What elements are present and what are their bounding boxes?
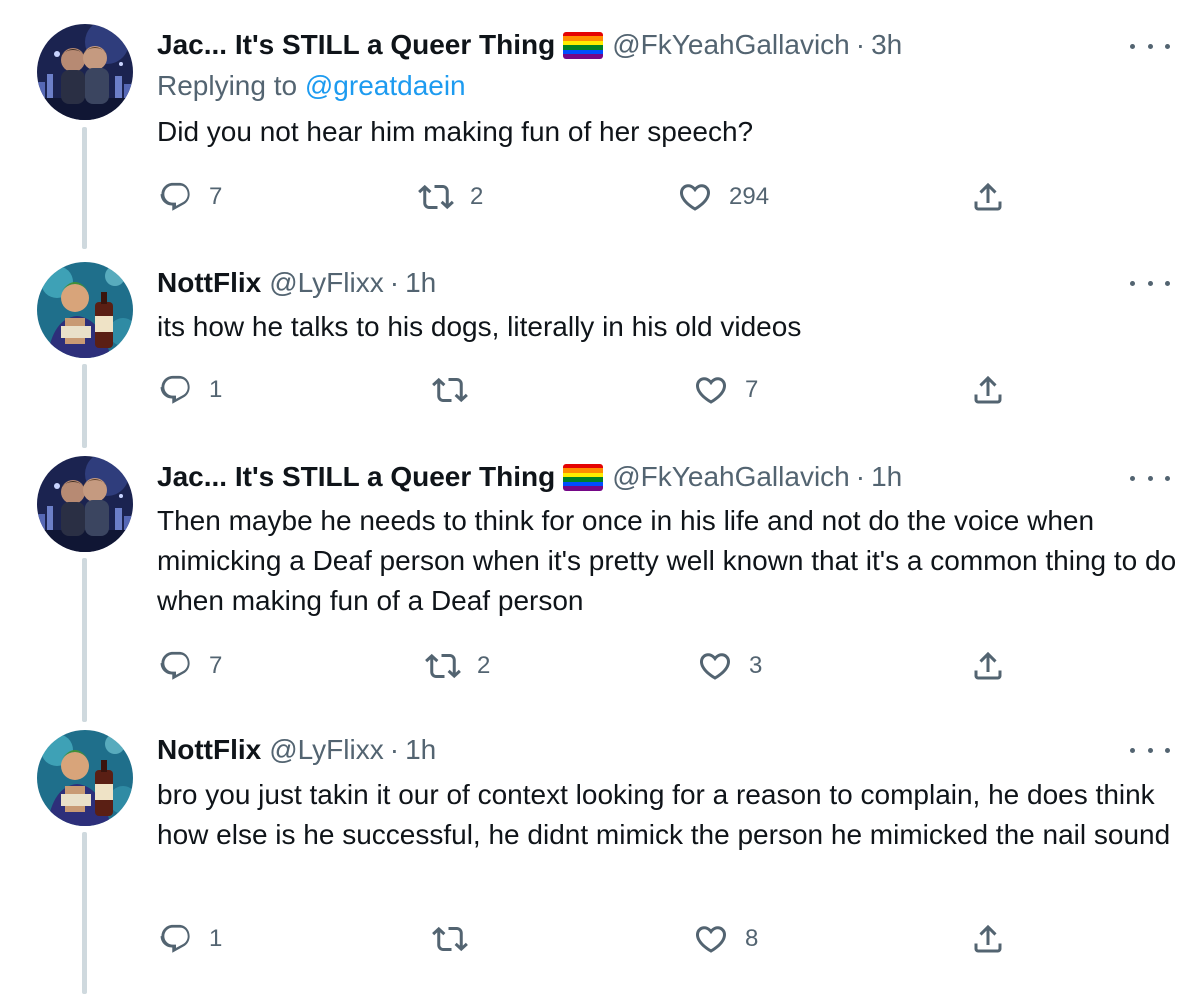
retweet-button[interactable] <box>432 919 484 959</box>
display-name[interactable]: NottFlix <box>157 267 261 299</box>
reply-button[interactable]: 1 <box>159 370 222 410</box>
more-icon[interactable] <box>1130 740 1170 760</box>
reply-button[interactable]: 7 <box>159 646 222 686</box>
timestamp[interactable]: 1h <box>871 461 902 493</box>
display-name[interactable]: Jac... It's STILL a Queer Thing <box>157 461 555 493</box>
tweet-text: bro you just takin it our of context loo… <box>157 779 1171 850</box>
reply-button[interactable]: 7 <box>159 177 222 217</box>
like-icon <box>677 179 713 215</box>
share-button[interactable] <box>970 370 1006 410</box>
reply-count: 7 <box>209 652 223 679</box>
tweet-actions: 1 8 <box>0 919 1192 959</box>
retweet-icon <box>425 648 461 684</box>
retweet-icon <box>432 921 468 957</box>
share-button[interactable] <box>970 646 1006 686</box>
replying-to-label: Replying to <box>157 70 298 101</box>
like-button[interactable]: 294 <box>677 177 769 217</box>
avatar[interactable] <box>37 262 133 358</box>
tweet-header: NottFlix @LyFlixx · 1h <box>157 265 436 301</box>
tweet-actions: 1 7 <box>0 370 1192 410</box>
like-icon <box>693 921 729 957</box>
reply-icon <box>159 180 193 214</box>
user-handle[interactable]: @FkYeahGallavich <box>612 29 850 61</box>
like-button[interactable]: 8 <box>693 919 758 959</box>
avatar[interactable] <box>37 730 133 826</box>
share-icon <box>970 372 1006 408</box>
more-icon[interactable] <box>1130 468 1170 488</box>
timestamp[interactable]: 1h <box>405 734 436 766</box>
reply-count: 1 <box>209 925 223 952</box>
tweet-text: its how he talks to his dogs, literally … <box>157 311 802 342</box>
share-button[interactable] <box>970 177 1006 217</box>
replying-to-handle[interactable]: @greatdaein <box>305 70 466 101</box>
like-button[interactable]: 7 <box>693 370 758 410</box>
separator-dot: · <box>389 267 400 298</box>
retweet-button[interactable]: 2 <box>418 177 483 217</box>
timestamp[interactable]: 3h <box>871 29 902 61</box>
retweet-button[interactable]: 2 <box>425 646 490 686</box>
tweet-actions: 7 2 294 <box>0 177 1192 217</box>
like-count: 294 <box>729 183 770 210</box>
display-name[interactable]: Jac... It's STILL a Queer Thing <box>157 29 555 61</box>
thread-line <box>82 832 87 994</box>
share-button[interactable] <box>970 919 1006 959</box>
avatar[interactable] <box>37 24 133 120</box>
replying-to: Replying to @greatdaein <box>157 70 466 102</box>
reply-icon <box>159 922 193 956</box>
separator-dot: · <box>855 461 866 492</box>
tweet-header: NottFlix @LyFlixx · 1h <box>157 732 436 768</box>
retweet-icon <box>432 372 468 408</box>
like-icon <box>697 648 733 684</box>
separator-dot: · <box>389 734 400 765</box>
reply-count: 7 <box>209 183 223 210</box>
like-count: 3 <box>749 652 763 679</box>
timestamp[interactable]: 1h <box>405 267 436 299</box>
share-icon <box>970 179 1006 215</box>
tweet-header: Jac... It's STILL a Queer Thing @FkYeahG… <box>157 459 902 495</box>
retweet-count: 2 <box>477 652 491 679</box>
retweet-button[interactable] <box>432 370 484 410</box>
like-count: 7 <box>745 376 759 403</box>
tweet-text: Did you not hear him making fun of her s… <box>157 116 754 147</box>
tweet-text: Then maybe he needs to think for once in… <box>157 505 1177 616</box>
like-icon <box>693 372 729 408</box>
user-handle[interactable]: @LyFlixx <box>269 267 384 299</box>
like-button[interactable]: 3 <box>697 646 762 686</box>
like-count: 8 <box>745 925 759 952</box>
share-icon <box>970 921 1006 957</box>
reply-count: 1 <box>209 376 223 403</box>
thread-line <box>82 558 87 722</box>
reply-button[interactable]: 1 <box>159 919 222 959</box>
separator-dot: · <box>855 29 866 60</box>
retweet-count: 2 <box>470 183 484 210</box>
tweet-actions: 7 2 3 <box>0 646 1192 686</box>
rainbow-flag-icon <box>563 463 604 491</box>
avatar[interactable] <box>37 456 133 552</box>
user-handle[interactable]: @LyFlixx <box>269 734 384 766</box>
tweet-header: Jac... It's STILL a Queer Thing @FkYeahG… <box>157 27 902 63</box>
more-icon[interactable] <box>1130 36 1170 56</box>
reply-icon <box>159 649 193 683</box>
more-icon[interactable] <box>1130 273 1170 293</box>
display-name[interactable]: NottFlix <box>157 734 261 766</box>
retweet-icon <box>418 179 454 215</box>
user-handle[interactable]: @FkYeahGallavich <box>612 461 850 493</box>
share-icon <box>970 648 1006 684</box>
reply-icon <box>159 373 193 407</box>
rainbow-flag-icon <box>563 31 604 59</box>
